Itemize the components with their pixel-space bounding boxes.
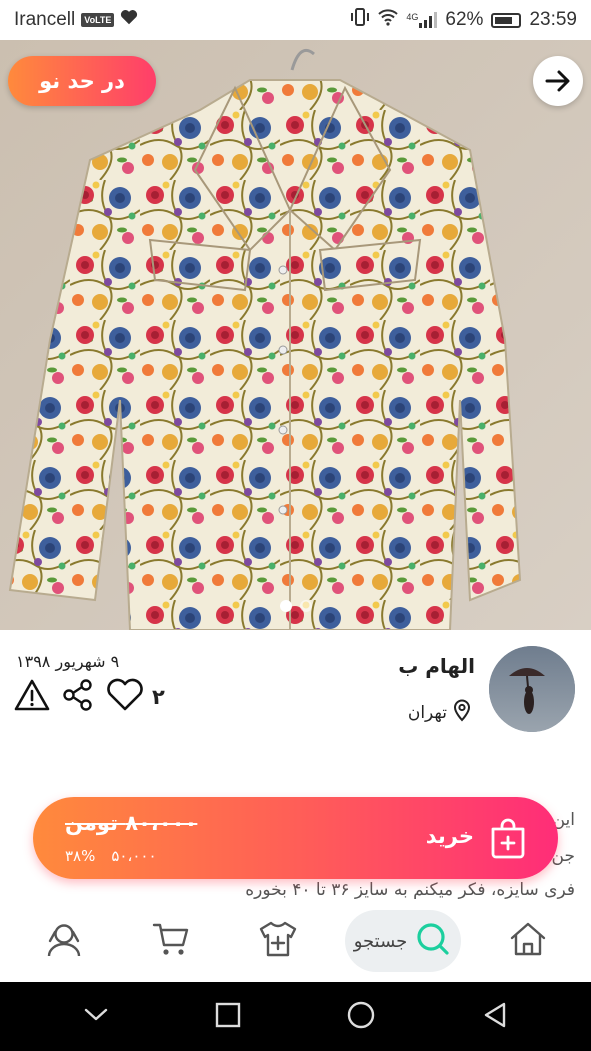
clock: 23:59 [529, 9, 577, 30]
add-clothes-icon [257, 919, 299, 963]
buy-button[interactable]: ۸۰،۰۰۰ تومن ۳۸% ۵۰،۰۰۰ خرید [33, 797, 558, 879]
battery-percent: 62% [445, 9, 484, 30]
status-bar: Irancell VoLTE 4G 62% 23:59 [0, 0, 591, 40]
location-label: تهران [407, 702, 447, 723]
nav-add-listing[interactable] [238, 911, 318, 971]
bag-plus-icon [488, 817, 528, 863]
system-navigation-bar [0, 982, 591, 1051]
seller-name[interactable]: الهام ب [398, 654, 475, 678]
carousel-dot[interactable] [279, 600, 292, 612]
nav-home[interactable] [488, 911, 568, 971]
profile-icon [44, 919, 84, 963]
nav-search[interactable]: جستجو [344, 910, 461, 972]
home-icon [508, 919, 548, 963]
location-pin-icon [451, 698, 473, 727]
vibrate-icon [350, 7, 370, 33]
search-icon [415, 921, 451, 961]
back-triangle-icon[interactable] [482, 1001, 508, 1033]
condition-badge: در حد نو [8, 56, 156, 106]
carousel-indicator [0, 600, 591, 612]
discount-percent: ۳۸% [65, 847, 96, 865]
like-count: ۲ [152, 685, 165, 709]
report-icon[interactable] [14, 678, 50, 716]
listing-actions: ۲ [14, 678, 165, 716]
chevron-down-icon[interactable] [83, 1007, 109, 1027]
nav-cart[interactable] [131, 911, 211, 971]
recents-icon[interactable] [215, 1002, 241, 1032]
wifi-icon [378, 8, 399, 32]
seller-section: الهام ب تهران ۹ شهریور ۱۳۹۸ ۲ [0, 630, 591, 760]
carrier-name: Irancell [14, 9, 76, 30]
signal-icon: 4G [406, 12, 438, 28]
back-button[interactable] [533, 56, 583, 106]
heart-status-icon [120, 9, 138, 31]
battery-icon [491, 12, 522, 28]
arrow-right-icon [543, 66, 573, 96]
discounted-price: ۵۰،۰۰۰ [111, 847, 157, 865]
bottom-navigation: جستجو [0, 900, 591, 982]
cart-icon [151, 919, 191, 963]
product-photo [0, 40, 591, 630]
volte-badge: VoLTE [81, 13, 115, 27]
buy-label: خرید [425, 824, 474, 848]
original-price: ۸۰،۰۰۰ تومن [65, 811, 198, 835]
seller-avatar[interactable] [489, 646, 575, 732]
network-type: 4G [406, 12, 419, 22]
carousel-dot[interactable] [299, 600, 312, 612]
home-circle-icon[interactable] [346, 1000, 376, 1034]
share-icon[interactable] [62, 678, 94, 716]
product-image-carousel[interactable]: در حد نو [0, 40, 591, 630]
heart-icon[interactable] [106, 678, 144, 716]
post-date: ۹ شهریور ۱۳۹۸ [16, 652, 120, 671]
seller-location: تهران [408, 698, 473, 727]
price-details: ۳۸% ۵۰،۰۰۰ [65, 847, 157, 865]
nav-search-label: جستجو [353, 930, 408, 952]
nav-profile[interactable] [24, 911, 104, 971]
